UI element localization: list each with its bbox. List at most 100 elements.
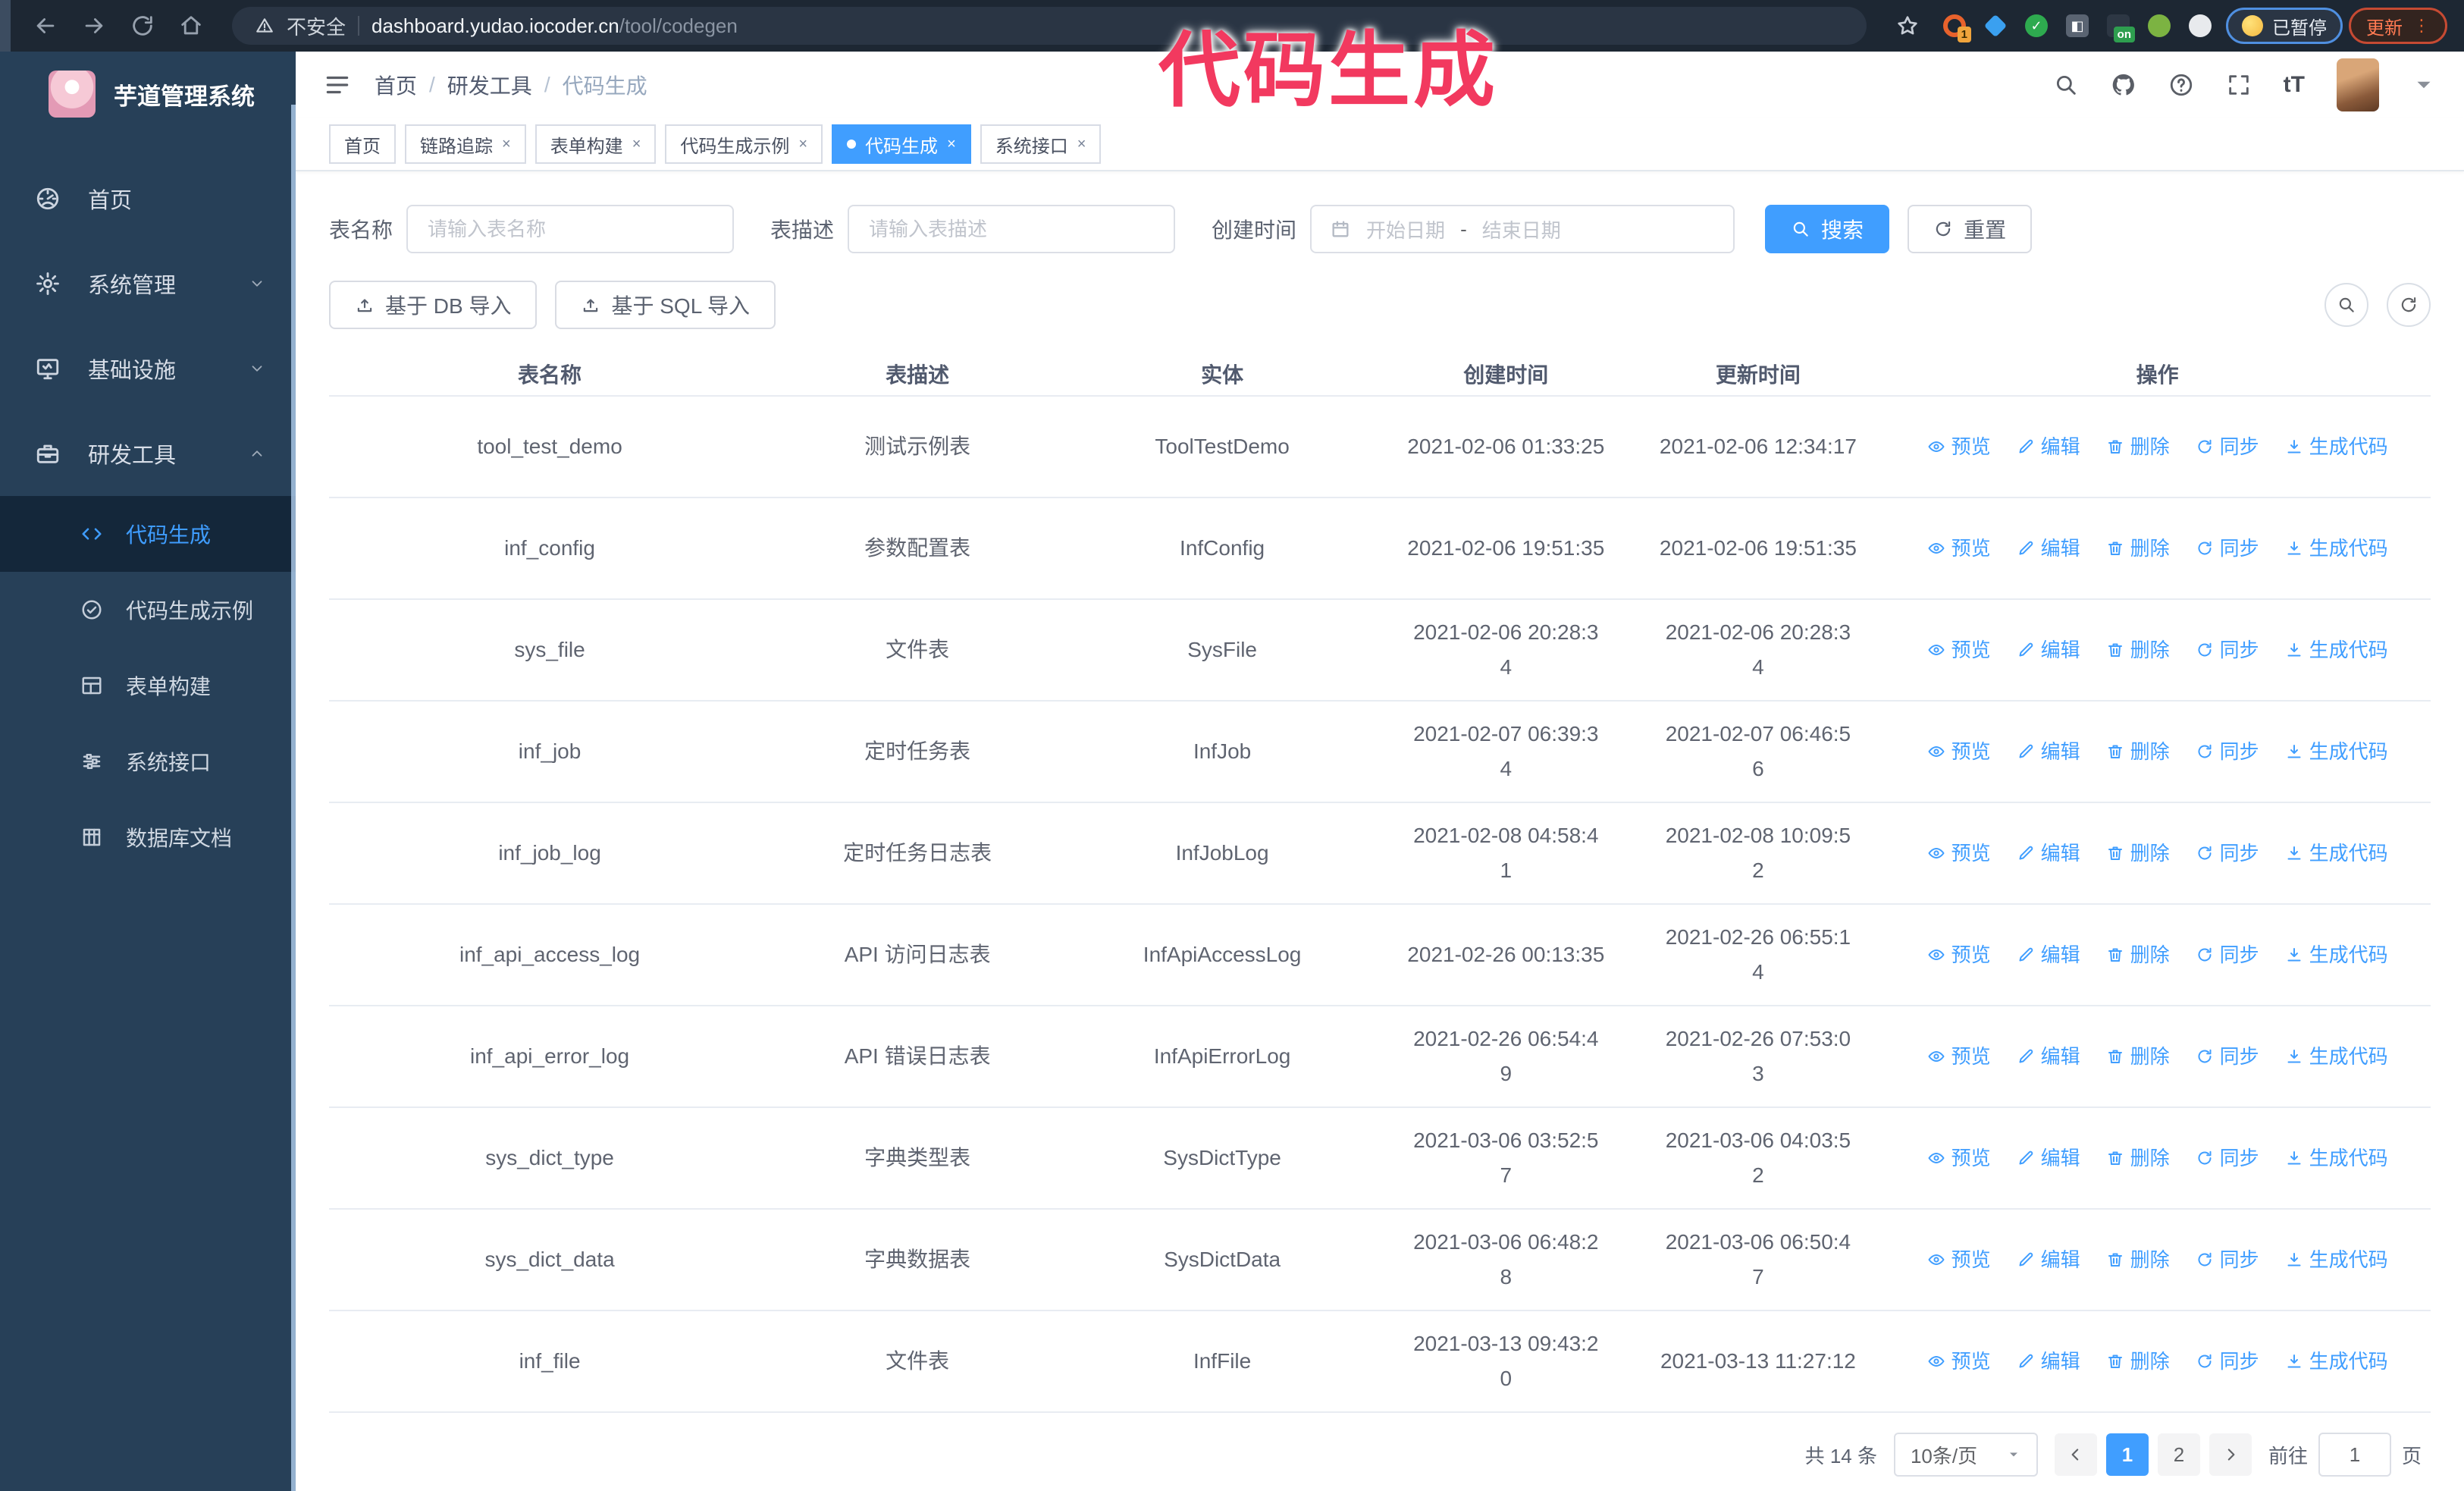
github-icon[interactable]	[2111, 72, 2136, 98]
action-编辑[interactable]: 编辑	[2017, 937, 2080, 972]
sidebar-logo-row[interactable]: 芋道管理系统	[0, 52, 296, 137]
ext-grid[interactable]: ◧	[2065, 14, 2089, 38]
profile-paused-chip[interactable]: 已暂停	[2226, 8, 2343, 44]
sidebar-item-研发工具[interactable]: 研发工具	[0, 411, 296, 496]
prev-page-button[interactable]	[2054, 1433, 2097, 1476]
action-预览[interactable]: 预览	[1927, 836, 1991, 871]
user-avatar[interactable]	[2337, 58, 2379, 111]
tab-代码生成[interactable]: 代码生成 ×	[832, 124, 971, 164]
action-编辑[interactable]: 编辑	[2017, 429, 2080, 464]
ext-green-key[interactable]	[2147, 14, 2171, 38]
action-生成代码[interactable]: 生成代码	[2285, 429, 2388, 464]
import-db-button[interactable]: 基于 DB 导入	[329, 281, 538, 329]
action-同步[interactable]: 同步	[2196, 429, 2259, 464]
close-icon[interactable]: ×	[632, 136, 641, 153]
toggle-search-button[interactable]	[2324, 283, 2368, 327]
fullscreen-icon[interactable]	[2226, 72, 2252, 98]
ext-puzzle[interactable]	[2188, 14, 2212, 38]
action-同步[interactable]: 同步	[2196, 1344, 2259, 1379]
action-生成代码[interactable]: 生成代码	[2285, 1141, 2388, 1176]
action-编辑[interactable]: 编辑	[2017, 1344, 2080, 1379]
next-page-button[interactable]	[2209, 1433, 2252, 1476]
sidebar-item-基础设施[interactable]: 基础设施	[0, 326, 296, 411]
page-button-1[interactable]: 1	[2105, 1433, 2149, 1476]
action-删除[interactable]: 删除	[2106, 734, 2170, 769]
action-编辑[interactable]: 编辑	[2017, 734, 2080, 769]
action-删除[interactable]: 删除	[2106, 429, 2170, 464]
browser-update-button[interactable]: 更新 ⋮	[2349, 8, 2447, 44]
action-删除[interactable]: 删除	[2106, 1344, 2170, 1379]
hamburger-icon[interactable]	[323, 71, 352, 99]
table-desc-input[interactable]	[867, 216, 1156, 242]
address-bar[interactable]: 不安全 dashboard.yudao.iocoder.cn/tool/code…	[232, 7, 1867, 45]
sidebar-subitem-代码生成[interactable]: 代码生成	[0, 496, 296, 572]
action-同步[interactable]: 同步	[2196, 836, 2259, 871]
action-预览[interactable]: 预览	[1927, 1039, 1991, 1074]
action-同步[interactable]: 同步	[2196, 1141, 2259, 1176]
action-删除[interactable]: 删除	[2106, 531, 2170, 566]
tab-系统接口[interactable]: 系统接口 ×	[980, 124, 1102, 164]
action-编辑[interactable]: 编辑	[2017, 1141, 2080, 1176]
action-预览[interactable]: 预览	[1927, 531, 1991, 566]
action-生成代码[interactable]: 生成代码	[2285, 937, 2388, 972]
action-同步[interactable]: 同步	[2196, 1242, 2259, 1277]
breadcrumb-devtools[interactable]: 研发工具	[447, 70, 532, 100]
ext-blue-gem[interactable]	[1983, 14, 2008, 38]
browser-home-button[interactable]	[170, 5, 212, 47]
tab-表单构建[interactable]: 表单构建 ×	[534, 124, 657, 164]
sidebar-scrollbar[interactable]	[291, 105, 296, 1491]
reset-button[interactable]: 重置	[1908, 205, 2033, 253]
action-生成代码[interactable]: 生成代码	[2285, 836, 2388, 871]
action-同步[interactable]: 同步	[2196, 937, 2259, 972]
action-预览[interactable]: 预览	[1927, 734, 1991, 769]
breadcrumb-home[interactable]: 首页	[375, 70, 417, 100]
action-删除[interactable]: 删除	[2106, 836, 2170, 871]
action-编辑[interactable]: 编辑	[2017, 531, 2080, 566]
action-删除[interactable]: 删除	[2106, 1039, 2170, 1074]
bookmark-star-button[interactable]	[1886, 5, 1929, 47]
action-删除[interactable]: 删除	[2106, 1141, 2170, 1176]
close-icon[interactable]: ×	[1077, 136, 1086, 153]
sidebar-item-系统管理[interactable]: 系统管理	[0, 241, 296, 326]
browser-menu-dots-icon[interactable]: ⋮	[2413, 16, 2430, 36]
action-生成代码[interactable]: 生成代码	[2285, 1344, 2388, 1379]
action-生成代码[interactable]: 生成代码	[2285, 1242, 2388, 1277]
tab-代码生成示例[interactable]: 代码生成示例 ×	[665, 124, 823, 164]
browser-forward-button[interactable]	[73, 5, 115, 47]
ext-green-check[interactable]: ✓	[2024, 14, 2049, 38]
action-生成代码[interactable]: 生成代码	[2285, 531, 2388, 566]
action-预览[interactable]: 预览	[1927, 1141, 1991, 1176]
action-预览[interactable]: 预览	[1927, 937, 1991, 972]
close-icon[interactable]: ×	[798, 136, 807, 153]
action-同步[interactable]: 同步	[2196, 1039, 2259, 1074]
caret-down-icon[interactable]	[2411, 72, 2437, 98]
close-icon[interactable]: ×	[502, 136, 511, 153]
tab-首页[interactable]: 首页	[329, 124, 396, 164]
refresh-table-button[interactable]	[2387, 283, 2431, 327]
action-生成代码[interactable]: 生成代码	[2285, 734, 2388, 769]
help-icon[interactable]	[2168, 72, 2194, 98]
search-icon[interactable]	[2053, 72, 2079, 98]
action-同步[interactable]: 同步	[2196, 734, 2259, 769]
close-icon[interactable]: ×	[947, 136, 956, 153]
browser-reload-button[interactable]	[121, 5, 164, 47]
action-编辑[interactable]: 编辑	[2017, 1039, 2080, 1074]
action-删除[interactable]: 删除	[2106, 1242, 2170, 1277]
sidebar-subitem-代码生成示例[interactable]: 代码生成示例	[0, 572, 296, 648]
date-range-picker[interactable]: 开始日期 - 结束日期	[1310, 205, 1735, 253]
action-编辑[interactable]: 编辑	[2017, 836, 2080, 871]
action-预览[interactable]: 预览	[1927, 429, 1991, 464]
goto-page-input[interactable]	[2318, 1433, 2391, 1477]
import-sql-button[interactable]: 基于 SQL 导入	[555, 281, 776, 329]
action-生成代码[interactable]: 生成代码	[2285, 632, 2388, 667]
action-删除[interactable]: 删除	[2106, 632, 2170, 667]
action-预览[interactable]: 预览	[1927, 1344, 1991, 1379]
sidebar-item-首页[interactable]: 首页	[0, 156, 296, 241]
action-预览[interactable]: 预览	[1927, 632, 1991, 667]
action-预览[interactable]: 预览	[1927, 1242, 1991, 1277]
sidebar-subitem-表单构建[interactable]: 表单构建	[0, 648, 296, 724]
page-button-2[interactable]: 2	[2157, 1433, 2200, 1476]
ext-orange-circle[interactable]: 1	[1942, 14, 1971, 42]
ext-dark-on[interactable]: on	[2106, 14, 2135, 42]
action-同步[interactable]: 同步	[2196, 632, 2259, 667]
